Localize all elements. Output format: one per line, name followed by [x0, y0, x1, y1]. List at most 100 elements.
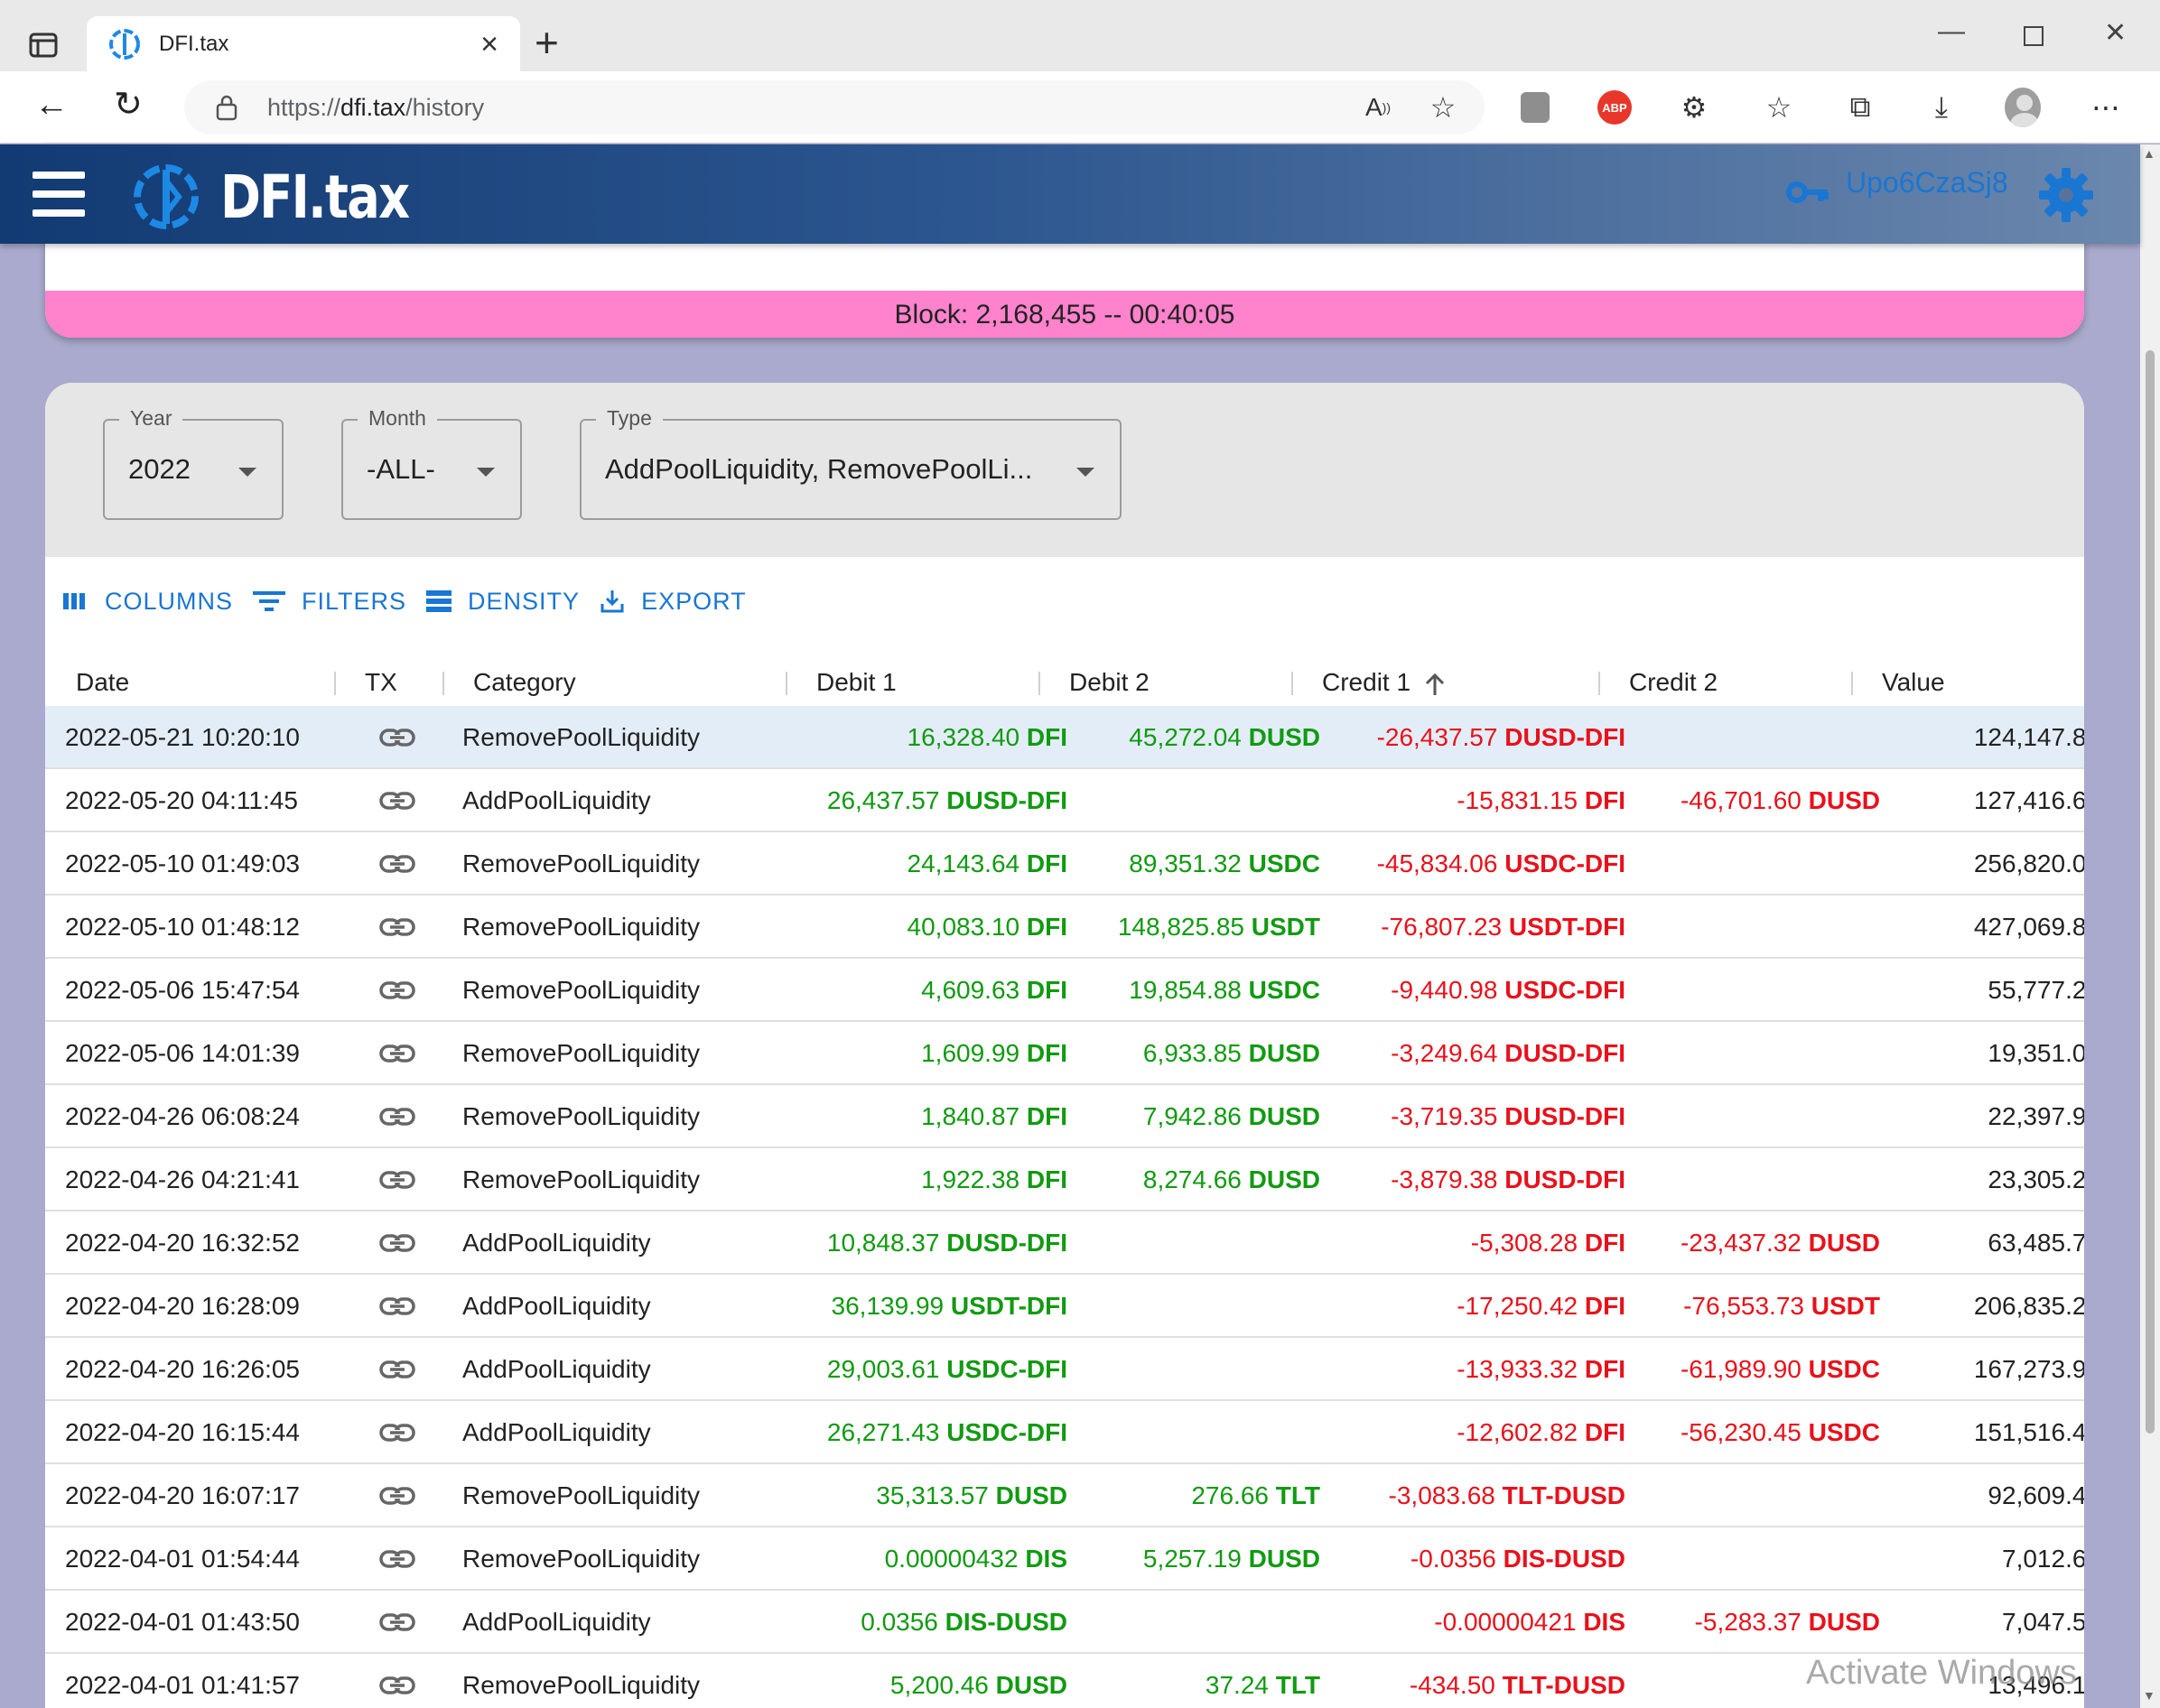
back-icon[interactable]: ←	[34, 88, 69, 122]
tx-link[interactable]	[370, 1401, 424, 1464]
c1-cell: -0.00000421 DIS	[1434, 1608, 1625, 1636]
column-separator[interactable]	[786, 672, 787, 695]
tx-link[interactable]	[370, 1654, 424, 1708]
table-row[interactable]: 2022-04-20 16:26:05 AddPoolLiquidity 29,00…	[45, 1338, 2084, 1401]
read-aloud-icon[interactable]: A))	[1360, 89, 1396, 125]
columns-button[interactable]: COLUMNS	[61, 588, 233, 616]
month-select[interactable]: Month -ALL-	[341, 406, 522, 520]
adblock-icon[interactable]: ABP	[1597, 89, 1633, 125]
d1-cell: 40,083.10 DFI	[907, 913, 1067, 941]
tx-link[interactable]	[370, 1275, 424, 1338]
type-value: AddPoolLiquidity, RemovePoolLi...	[605, 453, 1033, 485]
sort-ascending-icon[interactable]	[1423, 672, 1447, 697]
tx-link[interactable]	[370, 1148, 424, 1211]
new-tab-icon[interactable]: +	[535, 22, 559, 63]
tx-link[interactable]	[370, 1338, 424, 1401]
year-select[interactable]: Year 2022	[103, 406, 284, 520]
url-text: https://dfi.tax/history	[267, 93, 485, 121]
c2-cell: -56,230.45 USDC	[1680, 1418, 1880, 1446]
column-separator[interactable]	[1598, 672, 1600, 695]
value-cell: 22,397.91 AU	[1988, 1102, 2084, 1130]
table-row[interactable]: 2022-05-20 04:11:45 AddPoolLiquidity 26,43…	[45, 769, 2084, 832]
brand-name[interactable]: DFI.tax	[220, 162, 410, 232]
tx-link[interactable]	[370, 769, 424, 832]
year-value: 2022	[128, 453, 191, 485]
column-separator[interactable]	[1038, 672, 1040, 695]
download-icon	[601, 590, 624, 613]
favorite-add-icon[interactable]: ☆	[1425, 89, 1461, 125]
c1-cell: -3,719.35 DUSD-DFI	[1391, 1102, 1625, 1130]
table-row[interactable]: 2022-05-21 10:20:10 RemovePoolLiquidity 16…	[45, 706, 2084, 769]
link-icon	[379, 1171, 415, 1189]
table-row[interactable]: 2022-05-10 01:49:03 RemovePoolLiquidity 24…	[45, 832, 2084, 896]
table-row[interactable]: 2022-04-26 04:21:41 RemovePoolLiquidity 1,…	[45, 1148, 2084, 1211]
menu-icon[interactable]	[33, 172, 85, 217]
table-row[interactable]: 2022-04-01 01:41:57 RemovePoolLiquidity 5,…	[45, 1654, 2084, 1708]
minimize-icon[interactable]: —	[1938, 18, 1965, 45]
table-row[interactable]: 2022-04-20 16:28:09 AddPoolLiquidity 36,13…	[45, 1275, 2084, 1338]
extension-grey-icon[interactable]	[1517, 89, 1553, 125]
tx-link[interactable]	[370, 1211, 424, 1275]
tx-link[interactable]	[370, 1591, 424, 1654]
link-icon	[379, 1676, 415, 1694]
d1-cell: 36,139.99 USDT-DFI	[831, 1292, 1067, 1320]
value-cell: 7,012.67 AU	[2002, 1545, 2084, 1573]
downloads-icon[interactable]: ⤓	[1923, 89, 1960, 125]
tx-link[interactable]	[370, 959, 424, 1022]
wallet-address[interactable]: Upo6CzaSj8	[1846, 166, 2008, 200]
gear-icon[interactable]	[2037, 166, 2095, 224]
table-row[interactable]: 2022-04-20 16:32:52 AddPoolLiquidity 10,84…	[45, 1211, 2084, 1275]
scroll-up-icon[interactable]: ▲	[2143, 146, 2155, 161]
column-separator[interactable]	[1851, 672, 1853, 695]
window-close-icon[interactable]: ✕	[2104, 20, 2127, 47]
table-row[interactable]: 2022-04-26 06:08:24 RemovePoolLiquidity 1,…	[45, 1085, 2084, 1148]
browser-tab-active[interactable]: DFI.tax ×	[87, 16, 520, 72]
tx-link[interactable]	[370, 1464, 424, 1527]
profile-avatar[interactable]	[2005, 88, 2041, 127]
tx-link[interactable]	[370, 1527, 424, 1591]
scroll-down-icon[interactable]: ▼	[2143, 1688, 2155, 1703]
category-cell: RemovePoolLiquidity	[462, 1039, 701, 1067]
year-label: Year	[119, 406, 183, 431]
d2-cell: 276.66 TLT	[1191, 1481, 1320, 1509]
tx-link[interactable]	[370, 706, 424, 769]
reload-icon[interactable]: ↻	[114, 88, 143, 122]
density-button[interactable]: DENSITY	[426, 588, 580, 616]
table-row[interactable]: 2022-04-01 01:54:44 RemovePoolLiquidity 0.…	[45, 1527, 2084, 1591]
favorites-icon[interactable]: ☆	[1761, 89, 1797, 125]
type-select[interactable]: Type AddPoolLiquidity, RemovePoolLi...	[580, 406, 1122, 520]
category-cell: RemovePoolLiquidity	[462, 1671, 701, 1699]
page-scrollbar[interactable]: ▲ ▼	[2140, 144, 2160, 1708]
more-menu-icon[interactable]: ⋯	[2088, 89, 2124, 125]
scroll-thumb[interactable]	[2146, 350, 2155, 1434]
tab-actions-icon[interactable]	[25, 27, 61, 63]
columns-label: COLUMNS	[105, 587, 234, 615]
link-icon	[379, 855, 415, 873]
tx-link[interactable]	[370, 896, 424, 959]
url-field[interactable]: https://dfi.tax/history	[184, 80, 1485, 135]
export-label: EXPORT	[641, 587, 747, 615]
tx-link[interactable]	[370, 832, 424, 896]
table-row[interactable]: 2022-05-06 14:01:39 RemovePoolLiquidity 1,…	[45, 1022, 2084, 1085]
collections-icon[interactable]: ⧉	[1842, 89, 1878, 125]
maximize-icon[interactable]	[2023, 25, 2044, 47]
extensions-icon[interactable]: ⚙	[1676, 89, 1712, 125]
d1-cell: 1,922.38 DFI	[921, 1165, 1067, 1193]
d2-cell: 7,942.86 DUSD	[1142, 1102, 1320, 1130]
table-row[interactable]: 2022-04-20 16:07:17 RemovePoolLiquidity 35…	[45, 1464, 2084, 1527]
d1-cell: 26,437.57 DUSD-DFI	[826, 786, 1067, 814]
export-button[interactable]: EXPORT	[600, 588, 747, 616]
tab-close-icon[interactable]: ×	[480, 29, 498, 60]
table-row[interactable]: 2022-05-10 01:48:12 RemovePoolLiquidity 40…	[45, 896, 2084, 959]
date-cell: 2022-05-10 01:49:03	[65, 849, 300, 877]
table-row[interactable]: 2022-04-20 16:15:44 AddPoolLiquidity 26,27…	[45, 1401, 2084, 1464]
table-row[interactable]: 2022-04-01 01:43:50 AddPoolLiquidity 0.035…	[45, 1591, 2084, 1654]
column-separator[interactable]	[1291, 672, 1293, 695]
filters-button[interactable]: FILTERS	[253, 588, 406, 616]
tx-link[interactable]	[370, 1022, 424, 1085]
column-separator[interactable]	[334, 672, 336, 695]
browser-toolbar: ← ↻ https://dfi.tax/history A)) ☆ ABP ⚙ …	[0, 71, 2160, 144]
table-row[interactable]: 2022-05-06 15:47:54 RemovePoolLiquidity 4,…	[45, 959, 2084, 1022]
tx-link[interactable]	[370, 1085, 424, 1148]
column-separator[interactable]	[442, 672, 444, 695]
